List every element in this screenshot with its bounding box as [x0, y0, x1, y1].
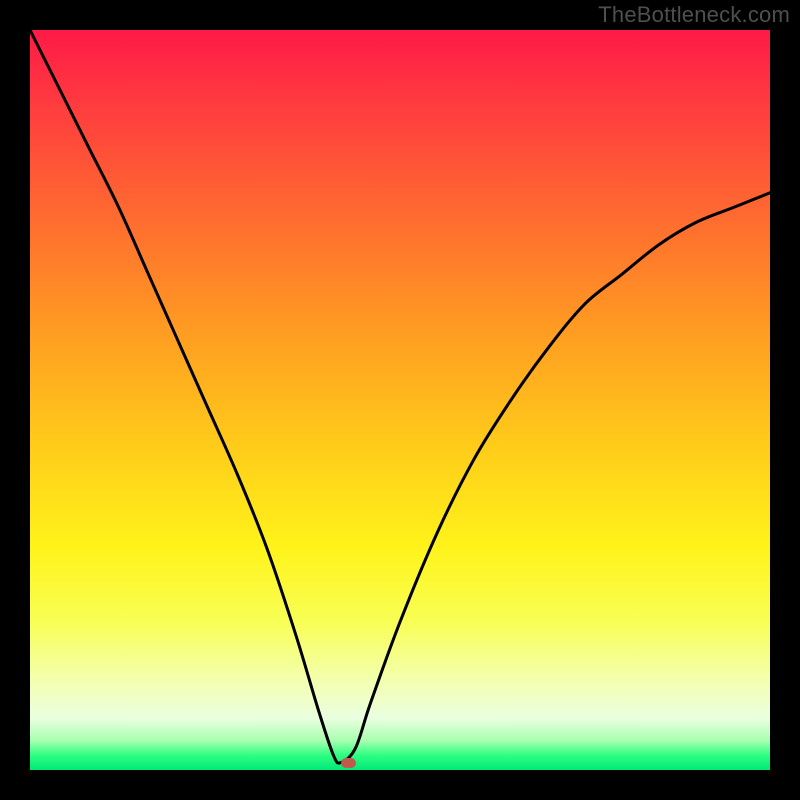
- watermark-text: TheBottleneck.com: [598, 2, 790, 28]
- chart-frame: TheBottleneck.com: [0, 0, 800, 800]
- bottleneck-curve: [30, 30, 770, 770]
- optimum-marker: [341, 758, 356, 768]
- plot-area: [30, 30, 770, 770]
